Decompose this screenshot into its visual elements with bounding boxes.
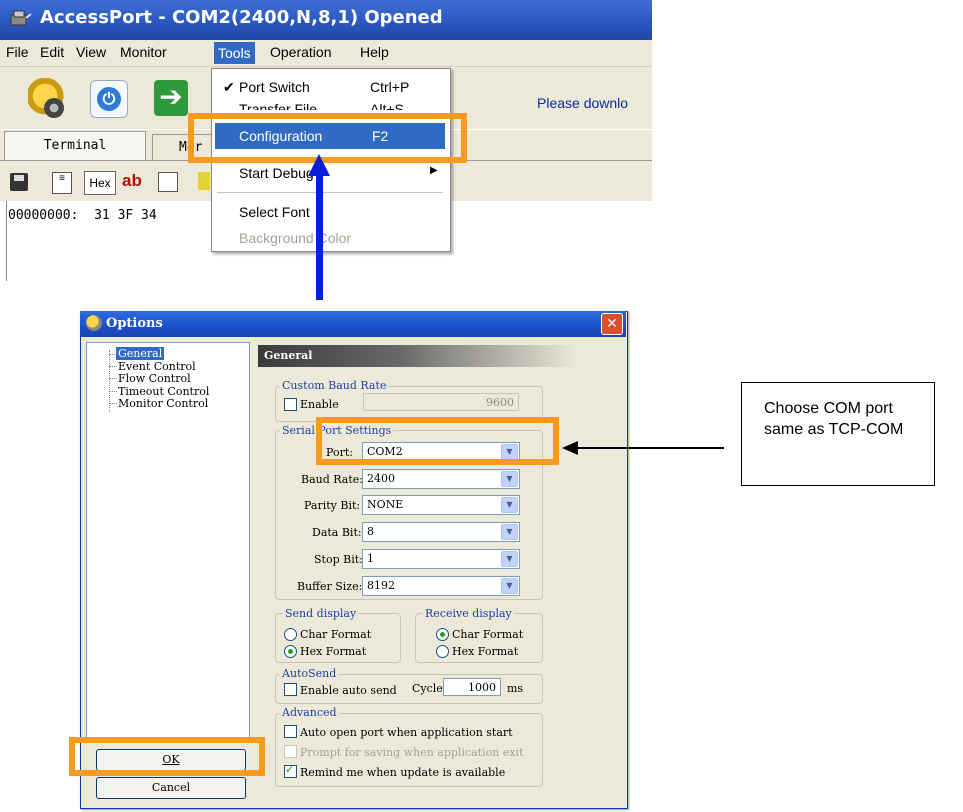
baud-rate-select-value: 2400: [367, 472, 395, 485]
app-icon: [10, 10, 32, 26]
menu-help[interactable]: Help: [360, 44, 389, 60]
tree-connector: [109, 366, 117, 367]
check-icon: ✔: [223, 79, 235, 95]
text-mode-button[interactable]: ab: [122, 170, 142, 194]
panel-title: General: [264, 349, 313, 362]
tree-item-flow-control[interactable]: Flow Control: [118, 372, 191, 385]
list-icon[interactable]: ≡: [52, 172, 72, 194]
custom-baud-input: 9600: [363, 393, 519, 411]
callout-arrow-icon: [562, 441, 578, 455]
menu-separator: [217, 192, 443, 193]
download-notice-link[interactable]: Please downlo: [537, 95, 652, 111]
auto-open-port-label: Auto open port when application start: [300, 726, 513, 739]
parity-bit-select-value: NONE: [367, 498, 404, 511]
highlight-box-ok: [69, 737, 265, 776]
group-label-send-display: Send display: [283, 607, 359, 620]
data-bit-label: Data Bit:: [312, 526, 362, 539]
menu-item-transfer-file-label: Transfer File: [239, 101, 318, 110]
cycle-unit-label: ms: [507, 682, 524, 695]
pointer-arrow-shaft: [316, 172, 323, 300]
custom-baud-enable-checkbox[interactable]: [284, 398, 297, 411]
hex-mode-button[interactable]: Hex: [84, 171, 116, 195]
crlf-icon[interactable]: [198, 172, 210, 190]
tree-connector: [109, 391, 117, 392]
menu-item-transfer-file[interactable]: Transfer File Alt+S: [215, 97, 445, 110]
custom-baud-enable-label: Enable: [300, 398, 339, 411]
shortcut-transfer-file: Alt+S: [370, 101, 404, 110]
menu-view[interactable]: View: [76, 44, 106, 60]
tree-connector: [109, 378, 117, 379]
pointer-arrow-icon: [308, 154, 330, 176]
tree-item-monitor-control[interactable]: Monitor Control: [118, 397, 208, 410]
menu-tools[interactable]: Tools: [214, 42, 255, 64]
remind-update-checkbox[interactable]: [284, 763, 297, 778]
chevron-down-icon: ▼: [501, 578, 518, 594]
receive-char-format-label: Char Format: [452, 628, 524, 641]
menu-edit[interactable]: Edit: [40, 44, 64, 60]
stop-bit-label: Stop Bit:: [314, 553, 363, 566]
callout-arrow-shaft: [576, 447, 724, 449]
tree-item-general[interactable]: General: [116, 347, 165, 360]
chevron-down-icon: ▼: [501, 524, 518, 540]
shortcut-port-switch: Ctrl+P: [370, 79, 410, 95]
parity-bit-label: Parity Bit:: [304, 499, 361, 512]
data-bit-select-value: 8: [367, 525, 374, 538]
buffer-size-label: Buffer Size:: [297, 580, 363, 593]
stop-bit-select-value: 1: [367, 552, 374, 565]
send-char-format-radio[interactable]: [284, 628, 297, 641]
settings-gear-icon[interactable]: [28, 78, 66, 118]
send-hex-format-label: Hex Format: [300, 645, 367, 658]
buffer-size-select[interactable]: 8192 ▼: [362, 576, 520, 596]
callout-text: Choose COM port same as TCP-COM: [764, 400, 904, 438]
tree-connector: [109, 403, 117, 404]
dialog-gear-icon: [86, 315, 102, 331]
cycle-input[interactable]: 1000: [443, 678, 501, 696]
cancel-button[interactable]: Cancel: [96, 777, 246, 799]
submenu-arrow-icon: ▶: [430, 165, 438, 176]
group-label-autosend: AutoSend: [280, 667, 339, 680]
data-bit-select[interactable]: 8 ▼: [362, 522, 520, 542]
edit-icon[interactable]: [158, 172, 178, 192]
app-title: AccessPort - COM2(2400,N,8,1) Opened: [40, 7, 443, 28]
terminal-output: 00000000: 31 3F 34: [8, 208, 157, 223]
send-hex-format-radio[interactable]: [284, 645, 297, 658]
receive-char-format-radio[interactable]: [436, 628, 449, 641]
menu-item-port-switch[interactable]: Port Switch: [239, 79, 310, 95]
menu-item-start-debug[interactable]: Start Debug: [239, 165, 314, 181]
remind-update-label: Remind me when update is available: [300, 766, 506, 779]
menu-operation[interactable]: Operation: [270, 44, 331, 60]
prompt-saving-checkbox: [284, 745, 297, 758]
close-icon[interactable]: ✕: [601, 313, 623, 335]
prompt-saving-label: Prompt for saving when application exit: [300, 746, 524, 759]
menu-item-select-font[interactable]: Select Font: [239, 204, 310, 220]
group-label-custom-baud-rate: Custom Baud Rate: [280, 379, 389, 392]
autosend-enable-checkbox[interactable]: [284, 683, 297, 696]
stop-bit-select[interactable]: 1 ▼: [362, 549, 520, 569]
receive-hex-format-radio[interactable]: [436, 645, 449, 658]
baud-rate-label: Baud Rate:: [301, 473, 363, 486]
send-arrow-icon[interactable]: ➔: [154, 80, 188, 116]
dialog-title: Options: [106, 316, 163, 331]
receive-hex-format-label: Hex Format: [452, 645, 519, 658]
tab-terminal[interactable]: Terminal: [4, 131, 146, 160]
menu-monitor[interactable]: Monitor: [120, 44, 167, 60]
chevron-down-icon: ▼: [501, 471, 518, 487]
chevron-down-icon: ▼: [501, 497, 518, 513]
group-label-advanced: Advanced: [280, 706, 339, 719]
buffer-size-select-value: 8192: [367, 579, 395, 592]
cycle-label: Cycle: [412, 682, 443, 695]
save-icon[interactable]: [10, 173, 28, 191]
auto-open-port-checkbox[interactable]: [284, 725, 297, 738]
menu-item-background-color: Background Color: [239, 230, 352, 246]
autosend-enable-label: Enable auto send: [300, 684, 397, 697]
baud-rate-select[interactable]: 2400 ▼: [362, 469, 520, 489]
power-icon[interactable]: ⏻: [90, 80, 128, 118]
send-char-format-label: Char Format: [300, 628, 372, 641]
menu-file[interactable]: File: [6, 44, 29, 60]
chevron-down-icon: ▼: [501, 551, 518, 567]
group-label-receive-display: Receive display: [423, 607, 514, 620]
parity-bit-select[interactable]: NONE ▼: [362, 495, 520, 515]
highlight-box-port: [316, 417, 559, 465]
